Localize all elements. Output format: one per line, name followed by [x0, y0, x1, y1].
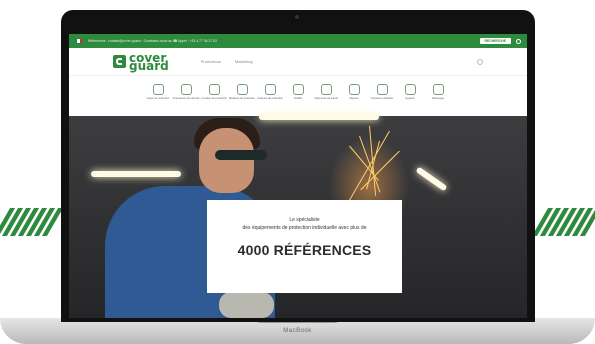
- category-label: Auditifs: [293, 97, 303, 100]
- hero-line-2: des équipements de protection individuel…: [242, 225, 367, 231]
- category-hygiene[interactable]: Hygiène: [396, 84, 424, 100]
- nav-link-marketing[interactable]: Marketing: [235, 59, 253, 64]
- category-hearing[interactable]: Auditifs: [284, 84, 312, 100]
- hygiene-icon: [404, 84, 416, 95]
- category-label: Casques de protection: [257, 97, 283, 100]
- decor-stripes-left: [0, 208, 64, 236]
- category-label: Chaussures de sécurité: [172, 97, 200, 100]
- category-menu: Gants de protection Chaussures de sécuri…: [69, 76, 527, 116]
- category-label: Lunettes de protection: [201, 97, 227, 100]
- top-bar: Référencés : contact@cover-guard · Conta…: [69, 34, 527, 48]
- category-marking[interactable]: Marquage: [424, 84, 452, 100]
- language-flag-icon[interactable]: [75, 39, 82, 43]
- mask-icon: [236, 84, 248, 95]
- nav-link-promotions[interactable]: Promotions: [201, 59, 221, 64]
- search-button[interactable]: RECHERCHE: [479, 38, 511, 44]
- category-label: Hygiène: [405, 97, 415, 100]
- hero-headline: 4000 RÉFÉRENCES: [237, 242, 372, 258]
- laptop-brand: MacBook: [283, 328, 312, 334]
- logo-line-2: guard: [129, 58, 169, 73]
- user-icon[interactable]: [516, 38, 521, 44]
- spray-icon: [432, 84, 444, 95]
- worker-face: [199, 128, 254, 193]
- category-label: Trousses médicales: [370, 97, 394, 100]
- category-label: Vêtements de travail: [314, 97, 338, 100]
- category-glasses[interactable]: Lunettes de protection: [200, 84, 228, 100]
- site-logo[interactable]: cover guard: [113, 52, 169, 73]
- category-medical[interactable]: Trousses médicales: [368, 84, 396, 100]
- website-screen: Référencés : contact@cover-guard · Conta…: [69, 34, 527, 318]
- glasses-icon: [208, 84, 220, 95]
- search-icon[interactable]: [477, 58, 483, 65]
- ceiling-lamp: [259, 114, 379, 120]
- ceiling-lamp: [415, 166, 448, 192]
- category-label: Marquage: [432, 97, 444, 100]
- hero-text-panel: Le spécialiste des équipements de protec…: [207, 200, 402, 293]
- first-aid-icon: [376, 84, 388, 95]
- hero-line-1: Le spécialiste: [289, 217, 320, 223]
- category-gloves[interactable]: Gants de protection: [144, 84, 172, 100]
- shoe-icon: [180, 84, 192, 95]
- category-workwear[interactable]: Vêtements de travail: [312, 84, 340, 100]
- worker-glove: [219, 292, 274, 318]
- category-helmets[interactable]: Casques de protection: [256, 84, 284, 100]
- decor-stripes-right: [531, 208, 595, 236]
- category-signals[interactable]: Signaux: [340, 84, 368, 100]
- header-nav: Promotions Marketing: [201, 59, 253, 64]
- helmet-icon: [264, 84, 276, 95]
- category-shoes[interactable]: Chaussures de sécurité: [172, 84, 200, 100]
- site-header: cover guard Promotions Marketing: [69, 48, 527, 76]
- ceiling-lamp: [91, 171, 181, 177]
- category-masks[interactable]: Masques de protection: [228, 84, 256, 100]
- camera-icon: [295, 15, 299, 19]
- ear-icon: [292, 84, 304, 95]
- sign-icon: [348, 84, 360, 95]
- glove-icon: [152, 84, 164, 95]
- logo-text: cover guard: [129, 52, 169, 73]
- category-label: Signaux: [349, 97, 359, 100]
- category-label: Gants de protection: [146, 97, 170, 100]
- logo-mark-icon: [113, 55, 126, 68]
- category-label: Masques de protection: [228, 97, 256, 100]
- flag-stripe-red: [79, 39, 82, 43]
- contact-info: Référencés : contact@cover-guard · Conta…: [88, 39, 217, 43]
- jacket-icon: [320, 84, 332, 95]
- safety-goggles: [215, 150, 267, 160]
